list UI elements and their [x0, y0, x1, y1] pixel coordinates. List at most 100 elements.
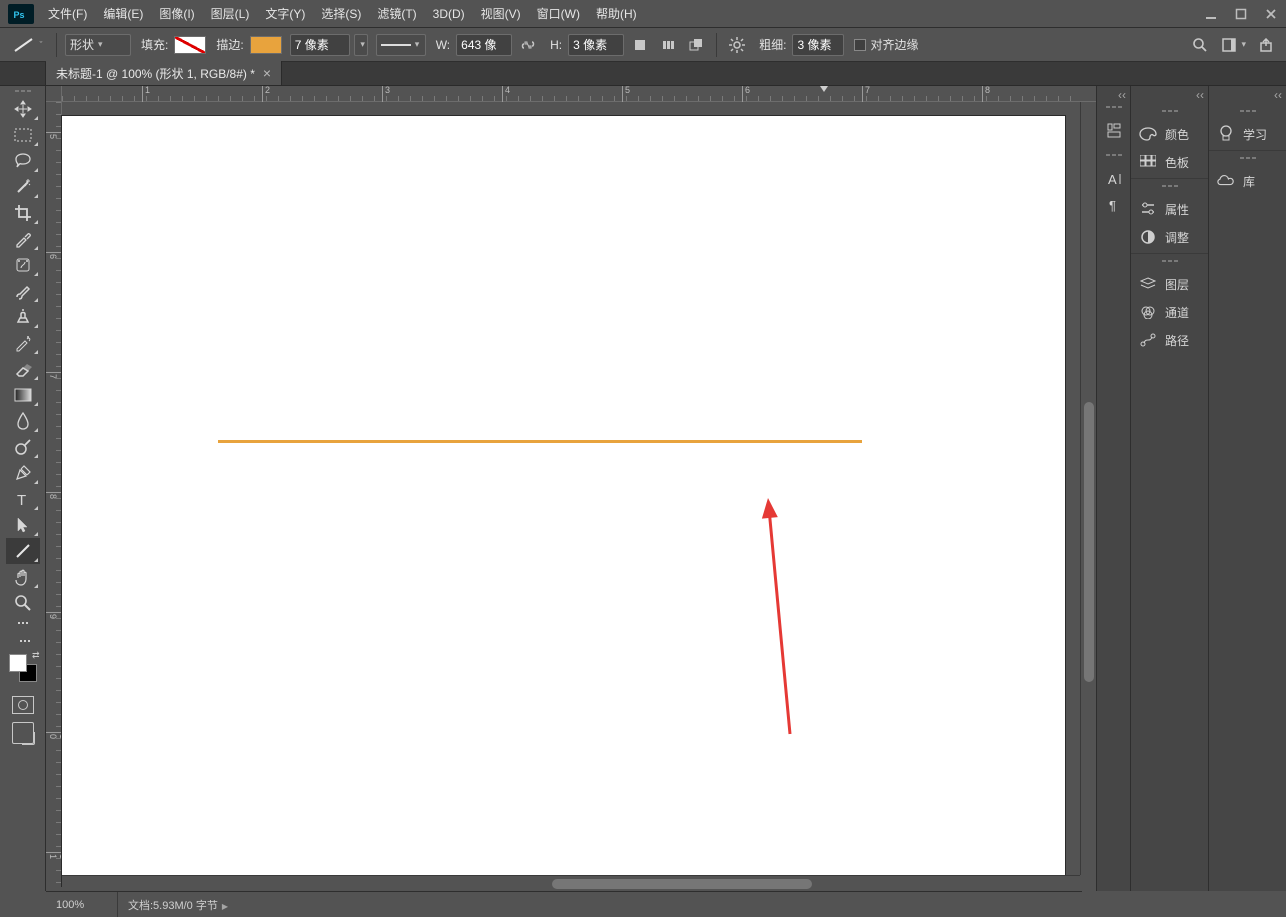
spot-healing-brush-tool[interactable] — [6, 252, 40, 278]
swatches-panel-icon — [1139, 153, 1157, 171]
eraser-tool[interactable] — [6, 356, 40, 382]
stroke-label: 描边: — [216, 36, 243, 53]
swap-colors-icon[interactable]: ⇄ — [32, 650, 40, 661]
adjustments-panel-icon — [1139, 228, 1157, 246]
document-tabstrip: 未标题-1 @ 100% (形状 1, RGB/8#) * × — [0, 62, 1286, 86]
line-tool[interactable] — [6, 538, 40, 564]
menu-item[interactable]: 视图(V) — [473, 0, 529, 28]
stroke-width-field[interactable]: 7 像素 — [290, 34, 350, 56]
path-arrangement-icon[interactable] — [684, 33, 708, 57]
dodge-tool[interactable] — [6, 434, 40, 460]
cc-libraries-icon — [1217, 172, 1235, 190]
fill-swatch[interactable] — [174, 36, 206, 54]
menu-item[interactable]: 窗口(W) — [529, 0, 588, 28]
panel-grip[interactable] — [8, 88, 38, 94]
zoom-level[interactable]: 100% — [46, 892, 118, 917]
history-panel-icon[interactable] — [1097, 118, 1131, 144]
path-alignment-icon[interactable] — [656, 33, 680, 57]
menu-item[interactable]: 文字(Y) — [257, 0, 313, 28]
collapsed-panel-strip-right: ‹‹ 学习 库 — [1208, 86, 1286, 891]
search-icon[interactable] — [1188, 33, 1212, 57]
document-info[interactable]: 文档:5.93M/0 字节▶ — [118, 897, 228, 913]
paragraph-panel-icon[interactable]: ¶ — [1097, 192, 1131, 218]
link-wh-icon[interactable] — [516, 33, 540, 57]
move-tool[interactable] — [6, 96, 40, 122]
collapsed-panel-strip-left: ‹‹ A ¶ — [1096, 86, 1130, 891]
weight-field[interactable]: 3 像素 — [792, 34, 844, 56]
panel-tab-layers[interactable]: 图层 — [1131, 270, 1208, 298]
current-tool-icon[interactable]: ˇ — [4, 32, 48, 58]
expand-strip-icon[interactable]: ‹‹ — [1097, 86, 1130, 104]
pen-tool[interactable] — [6, 460, 40, 486]
screen-mode-icon[interactable] — [12, 722, 34, 744]
edit-toolbar-icon[interactable] — [6, 634, 40, 650]
panel-tab-channels[interactable]: 通道 — [1131, 298, 1208, 326]
tool-mode-dropdown[interactable]: 形状▾ — [65, 34, 131, 56]
paths-panel-icon — [1139, 331, 1157, 349]
height-field[interactable]: 3 像素 — [568, 34, 624, 56]
menu-item[interactable]: 图像(I) — [151, 0, 202, 28]
menu-item[interactable]: 滤镜(T) — [369, 0, 424, 28]
document-canvas[interactable] — [62, 116, 1065, 886]
path-selection-tool[interactable] — [6, 512, 40, 538]
panel-tab-paths[interactable]: 路径 — [1131, 326, 1208, 354]
width-field[interactable]: 643 像 — [456, 34, 512, 56]
workspace: T ⇄ 12345678 567891 01 1 ‹‹ — [0, 86, 1286, 891]
window-maximize-button[interactable] — [1226, 0, 1256, 28]
stroke-swatch[interactable] — [250, 36, 282, 54]
hand-tool[interactable] — [6, 564, 40, 590]
history-brush-tool[interactable] — [6, 330, 40, 356]
quick-mask-icon[interactable] — [12, 696, 34, 714]
stroke-style-dropdown[interactable]: ▾ — [376, 34, 426, 56]
workspace-switcher-icon[interactable]: ▾ — [1222, 33, 1246, 57]
tool-mode-label: 形状 — [70, 36, 94, 53]
crop-tool[interactable] — [6, 200, 40, 226]
share-icon[interactable] — [1256, 33, 1280, 57]
ruler-vertical[interactable]: 567891 01 1 — [46, 102, 62, 875]
annotation-arrow — [756, 486, 802, 746]
menu-item[interactable]: 帮助(H) — [588, 0, 645, 28]
brush-tool[interactable] — [6, 278, 40, 304]
foreground-color-swatch[interactable] — [9, 654, 27, 672]
character-panel-icon[interactable]: A — [1097, 166, 1131, 192]
foreground-background-colors[interactable]: ⇄ — [9, 654, 37, 682]
clone-stamp-tool[interactable] — [6, 304, 40, 330]
close-tab-icon[interactable]: × — [263, 65, 271, 81]
panel-tab-adjustments[interactable]: 调整 — [1131, 223, 1208, 251]
document-tab[interactable]: 未标题-1 @ 100% (形状 1, RGB/8#) * × — [46, 61, 282, 85]
menu-item[interactable]: 图层(L) — [203, 0, 258, 28]
menu-item[interactable]: 3D(D) — [425, 0, 473, 28]
rectangular-marquee-tool[interactable] — [6, 122, 40, 148]
stroke-width-dropdown[interactable]: ▾ — [354, 34, 368, 56]
magic-wand-tool[interactable] — [6, 174, 40, 200]
gradient-tool[interactable] — [6, 382, 40, 408]
gear-icon[interactable] — [725, 33, 749, 57]
menu-item[interactable]: 文件(F) — [40, 0, 95, 28]
panel-tab-properties[interactable]: 属性 — [1131, 195, 1208, 223]
panel-tab-color[interactable]: 颜色 — [1131, 120, 1208, 148]
color-panel-icon — [1139, 125, 1157, 143]
toolbox-overflow-icon[interactable] — [9, 618, 37, 628]
scrollbar-vertical[interactable] — [1080, 102, 1096, 875]
zoom-tool[interactable] — [6, 590, 40, 616]
ruler-horizontal[interactable]: 12345678 — [62, 86, 1096, 102]
learn-panel-icon — [1217, 125, 1235, 143]
expand-strip-icon[interactable]: ‹‹ — [1209, 86, 1286, 104]
window-minimize-button[interactable] — [1196, 0, 1226, 28]
panel-tab-libraries[interactable]: 库 — [1209, 167, 1286, 195]
path-operations-icon[interactable] — [628, 33, 652, 57]
expand-strip-icon[interactable]: ‹‹ — [1131, 86, 1208, 104]
menu-item[interactable]: 编辑(E) — [95, 0, 151, 28]
scrollbar-horizontal[interactable] — [62, 875, 1080, 891]
lasso-tool[interactable] — [6, 148, 40, 174]
menu-item[interactable]: 选择(S) — [313, 0, 369, 28]
window-close-button[interactable] — [1256, 0, 1286, 28]
align-edges-checkbox[interactable]: 对齐边缘 — [854, 36, 918, 53]
fill-label: 填充: — [141, 36, 168, 53]
type-tool[interactable]: T — [6, 486, 40, 512]
panel-tab-swatches[interactable]: 色板 — [1131, 148, 1208, 176]
eyedropper-tool[interactable] — [6, 226, 40, 252]
panel-tab-learn[interactable]: 学习 — [1209, 120, 1286, 148]
blur-tool[interactable] — [6, 408, 40, 434]
ruler-origin[interactable] — [46, 86, 62, 102]
